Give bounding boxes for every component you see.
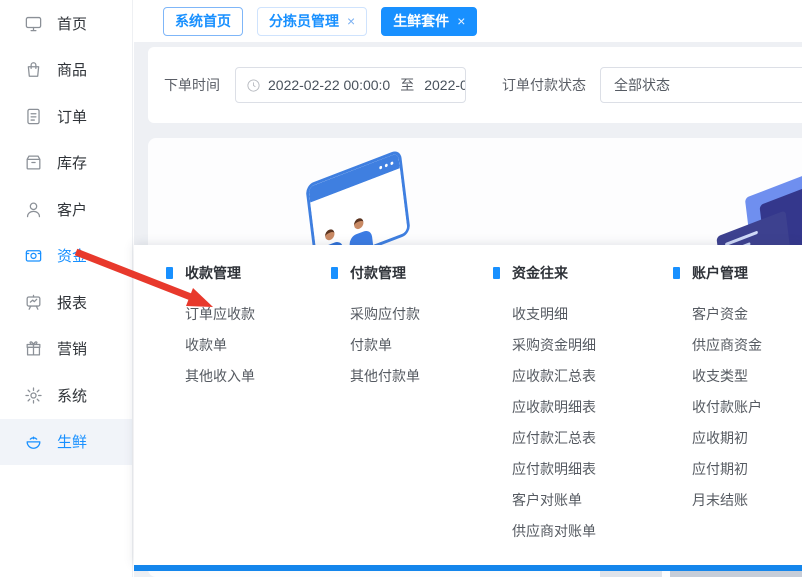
sidebar-item-9[interactable]: 系统 [0,372,132,419]
sidebar-item-1[interactable]: 首页 [0,0,132,47]
clock-icon [246,78,261,93]
menu-column-title: 资金往来 [512,263,568,283]
sidebar-item-label: 库存 [57,152,87,173]
tab-3[interactable]: 生鲜套件 × [381,7,477,36]
date-end-value[interactable]: 2022-02-22 16:07:1 [424,77,466,93]
sidebar-item-6[interactable]: 资金 [0,233,132,280]
filter-card: 下单时间 2022-02-22 00:00:0 至 2022-02-22 16:… [148,47,802,123]
payment-status-value: 全部状态 [614,75,670,95]
tab-label: 系统首页 [175,11,231,31]
menu-column-4: 账户管理客户资金供应商资金收支类型收付款账户应收期初应付期初月末结账 [673,263,762,516]
order-time-label: 下单时间 [164,75,220,95]
menu-column-title: 账户管理 [692,263,748,283]
sidebar-item-label: 生鲜 [57,431,87,452]
fresh-bowl-icon [24,432,43,451]
system-gear-icon [24,386,43,405]
menu-column-title: 付款管理 [350,263,406,283]
menu-item[interactable]: 应收期初 [692,423,762,454]
menu-item[interactable]: 订单应收款 [185,299,255,330]
menu-item[interactable]: 收款单 [185,330,255,361]
menu-column-3: 资金往来收支明细采购资金明细应收款汇总表应收款明细表应付款汇总表应付款明细表客户… [493,263,596,547]
date-start-value[interactable]: 2022-02-22 00:00:0 [268,77,390,93]
menu-item[interactable]: 采购资金明细 [512,330,596,361]
menu-item[interactable]: 月末结账 [692,485,762,516]
sidebar-item-4[interactable]: 库存 [0,140,132,187]
menu-item[interactable]: 应付期初 [692,454,762,485]
menu-column-header: 收款管理 [166,263,255,283]
sidebar-item-2[interactable]: 商品 [0,47,132,94]
covered-table-header [670,571,802,577]
blue-marker-icon [166,267,173,279]
menu-column-header: 付款管理 [331,263,420,283]
menu-item[interactable]: 供应商对账单 [512,516,596,547]
order-time-range-picker[interactable]: 2022-02-22 00:00:0 至 2022-02-22 16:07:1 [235,67,466,103]
sidebar-item-8[interactable]: 营销 [0,326,132,373]
covered-table-header [600,571,662,577]
menu-item[interactable]: 其他付款单 [350,361,420,392]
app-window: 首页商品订单库存客户资金报表营销系统生鲜 系统首页分拣员管理×生鲜套件× 下单时… [0,0,802,577]
sidebar: 首页商品订单库存客户资金报表营销系统生鲜 [0,0,133,577]
sidebar-item-10[interactable]: 生鲜 [0,419,132,466]
menu-column-1: 收款管理订单应收款收款单其他收入单 [166,263,255,392]
reports-chart-icon [24,293,43,312]
goods-bag-icon [24,60,43,79]
sidebar-item-label: 商品 [57,59,87,80]
main-area: 系统首页 分拣员管理 × 生鲜套件 × 下单时间 2022-02-22 00:00:0 … [134,0,802,577]
sidebar-item-3[interactable]: 订单 [0,93,132,140]
close-icon[interactable]: × [347,14,355,28]
sidebar-item-label: 营销 [57,338,87,359]
date-range-separator: 至 [400,75,414,95]
payment-status-label: 订单付款状态 [502,75,586,95]
sidebar-item-label: 资金 [57,245,87,266]
menu-column-title: 收款管理 [185,263,241,283]
menu-item[interactable]: 付款单 [350,330,420,361]
menu-item[interactable]: 客户对账单 [512,485,596,516]
blue-marker-icon [493,267,500,279]
blue-marker-icon [331,267,338,279]
customers-user-icon [24,200,43,219]
tab-bar: 系统首页 分拣员管理 × 生鲜套件 × [134,0,802,42]
menu-item[interactable]: 采购应付款 [350,299,420,330]
sidebar-item-5[interactable]: 客户 [0,186,132,233]
tab-1[interactable]: 系统首页 [163,7,243,36]
orders-doc-icon [24,107,43,126]
inventory-box-icon [24,153,43,172]
close-icon[interactable]: × [457,14,465,28]
sidebar-item-label: 报表 [57,292,87,313]
sidebar-item-label: 客户 [57,199,87,220]
home-icon [24,14,43,33]
payment-status-select[interactable]: 全部状态 [600,67,802,103]
sidebar-item-7[interactable]: 报表 [0,279,132,326]
tab-label: 分拣员管理 [269,11,339,31]
menu-column-2: 付款管理采购应付款付款单其他付款单 [331,263,420,392]
menu-item[interactable]: 客户资金 [692,299,762,330]
menu-item[interactable]: 收付款账户 [692,392,762,423]
tab-label: 生鲜套件 [393,11,449,31]
marketing-gift-icon [24,339,43,358]
funds-mega-menu: 收款管理订单应收款收款单其他收入单付款管理采购应付款付款单其他付款单资金往来收支… [134,245,802,565]
menu-item[interactable]: 供应商资金 [692,330,762,361]
menu-item[interactable]: 应付款汇总表 [512,423,596,454]
funds-wallet-icon [24,246,43,265]
menu-item[interactable]: 应收款汇总表 [512,361,596,392]
menu-item[interactable]: 其他收入单 [185,361,255,392]
sidebar-nav: 首页商品订单库存客户资金报表营销系统生鲜 [0,0,132,465]
menu-item[interactable]: 应付款明细表 [512,454,596,485]
menu-column-header: 资金往来 [493,263,596,283]
tab-2[interactable]: 分拣员管理 × [257,7,367,36]
menu-item[interactable]: 应收款明细表 [512,392,596,423]
blue-marker-icon [673,267,680,279]
menu-item[interactable]: 收支类型 [692,361,762,392]
sidebar-item-label: 首页 [57,13,87,34]
sidebar-item-label: 订单 [57,106,87,127]
sidebar-item-label: 系统 [57,385,87,406]
menu-column-header: 账户管理 [673,263,762,283]
menu-item[interactable]: 收支明细 [512,299,596,330]
